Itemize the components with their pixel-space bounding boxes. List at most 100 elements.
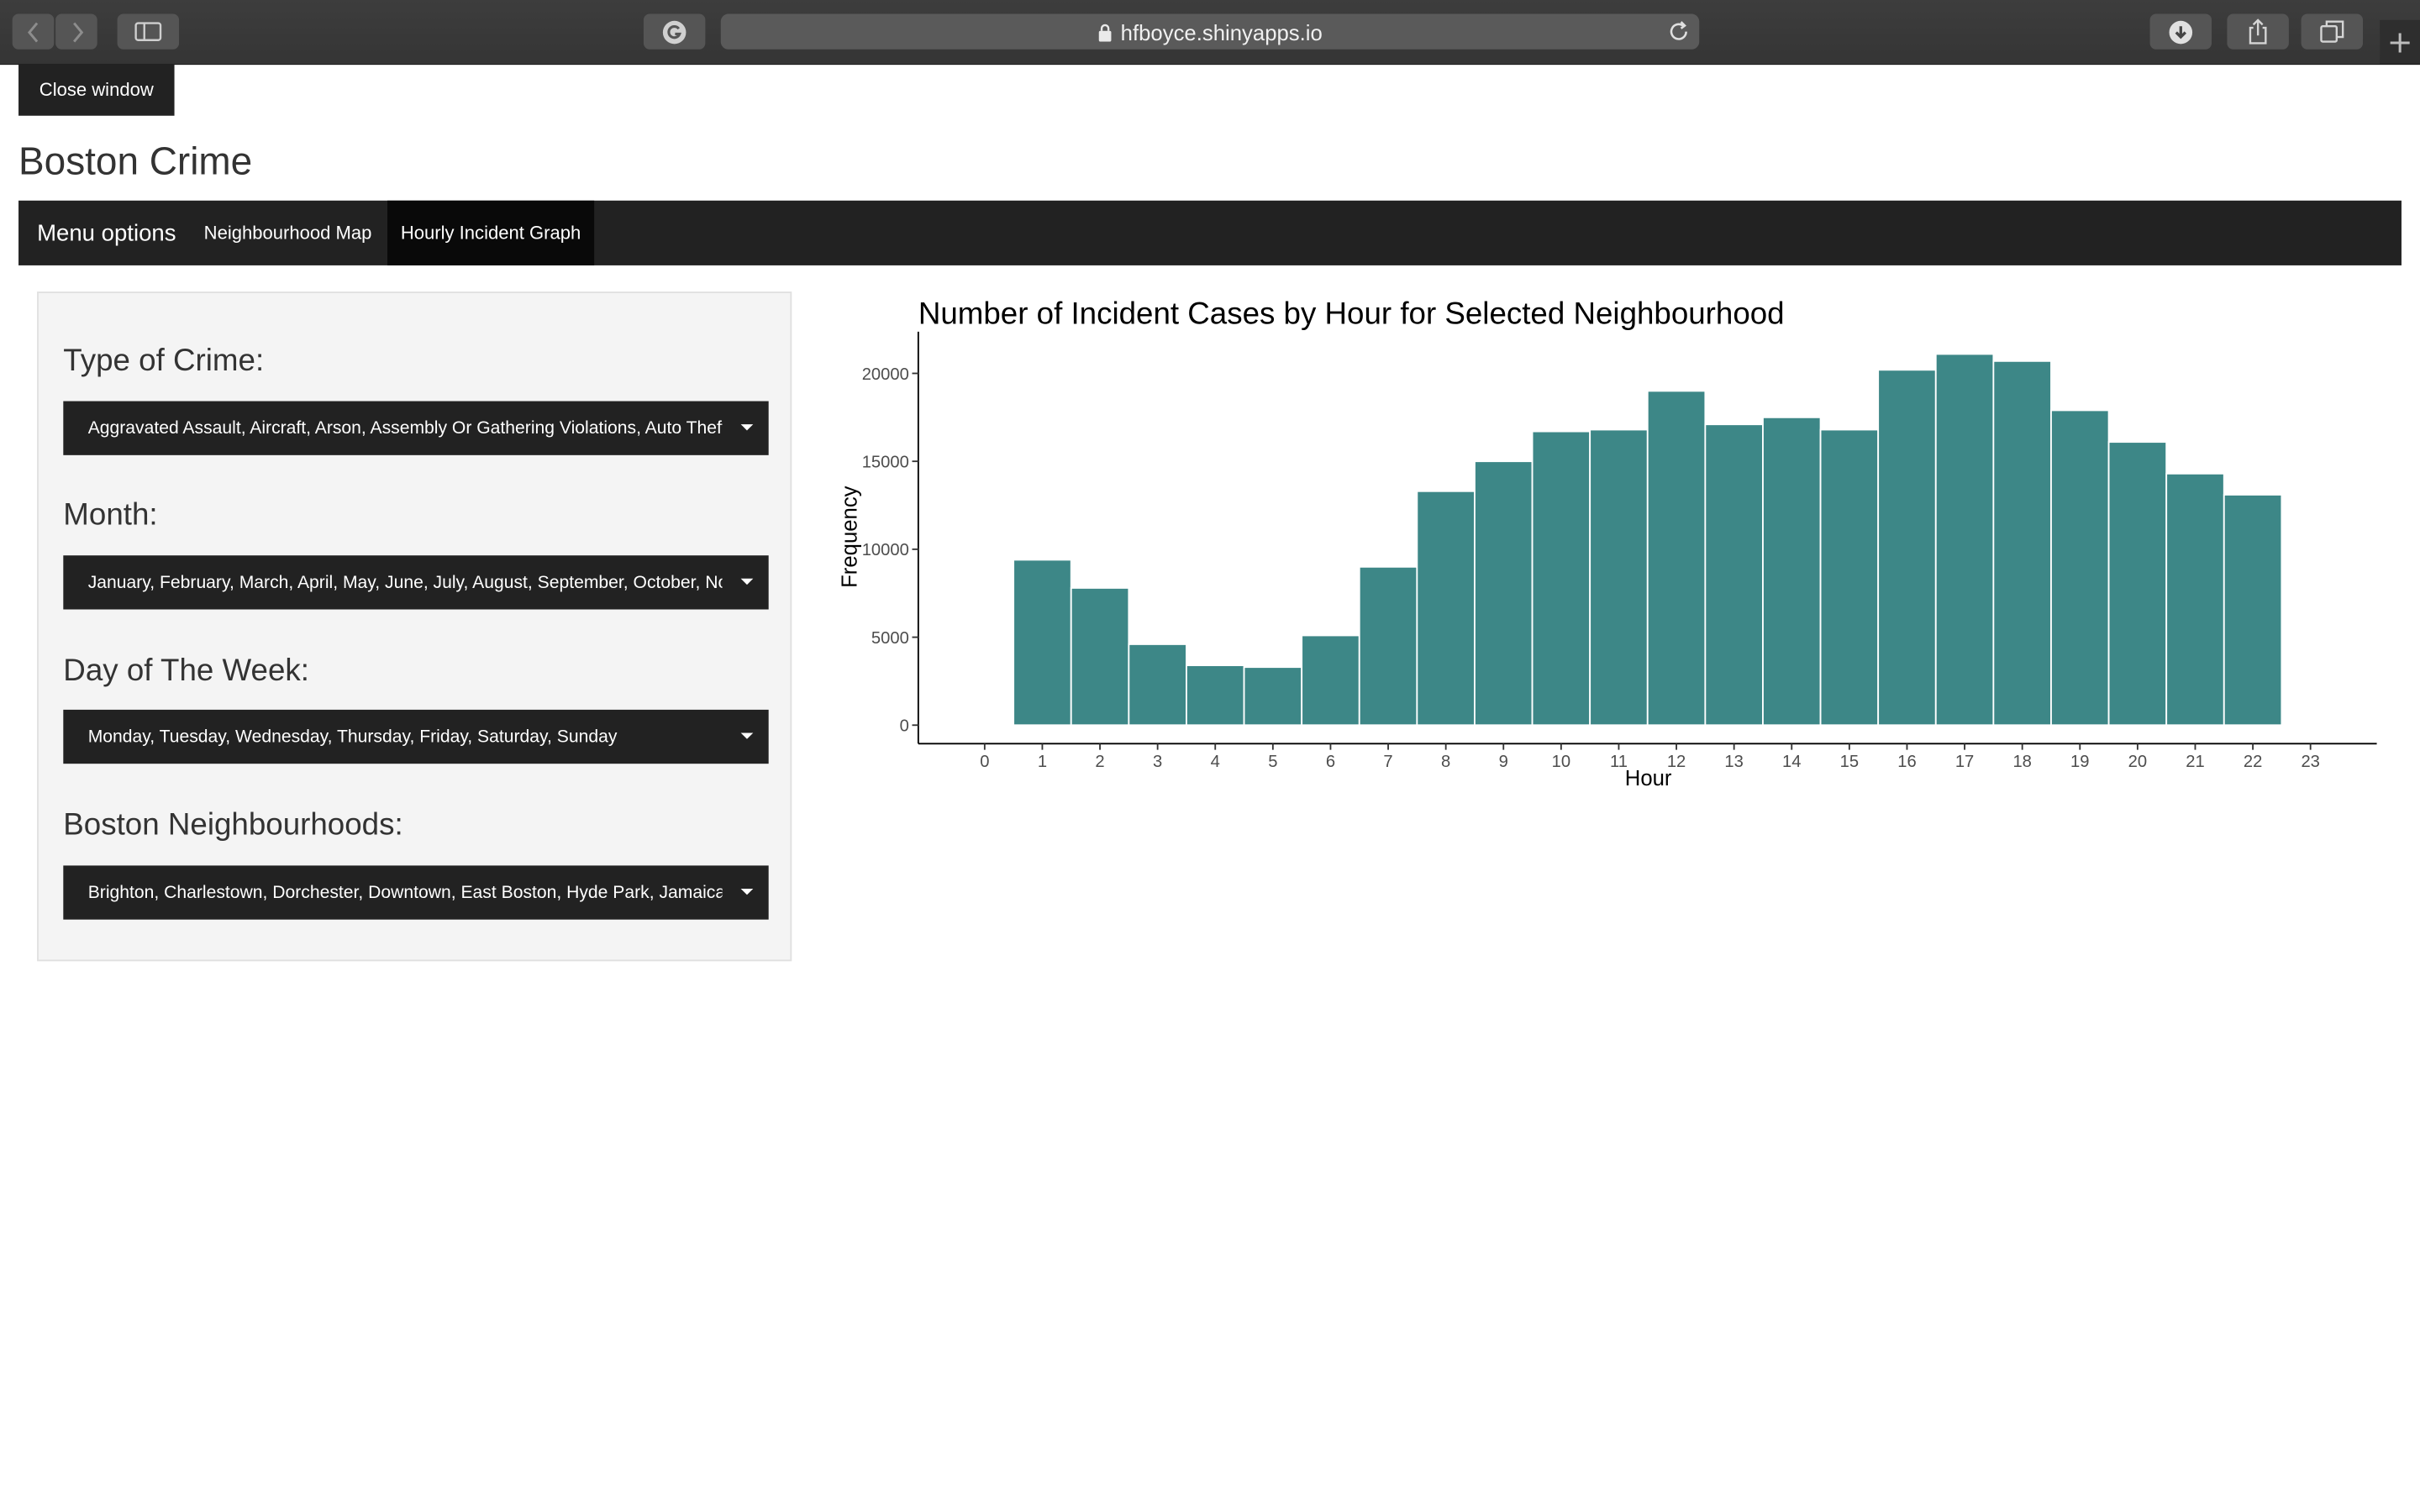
x-tick-label: 9 <box>1499 753 1508 771</box>
bar-hour-6 <box>1301 634 1360 727</box>
bar-hour-15 <box>1819 428 1880 727</box>
browser-toolbar: hfboyce.shinyapps.io + <box>0 0 2420 66</box>
x-tick-label: 3 <box>1153 753 1162 771</box>
x-tick-label: 6 <box>1326 753 1335 771</box>
x-tick-label: 19 <box>2070 753 2089 771</box>
x-tick-label: 2 <box>1095 753 1104 771</box>
plus-icon: + <box>2386 23 2413 60</box>
x-tick-label: 22 <box>2244 753 2262 771</box>
chevron-left-icon <box>27 21 38 42</box>
forward-button[interactable] <box>55 13 97 50</box>
bar-hour-10 <box>1531 430 1591 727</box>
chart-svg: Number of Incident Cases by Hour for Sel… <box>838 297 2377 790</box>
neighbourhood-select[interactable]: Brighton, Charlestown, Dorchester, Downt… <box>63 865 769 920</box>
bar-hour-3 <box>1128 643 1187 727</box>
lock-icon <box>1098 23 1112 41</box>
day-of-week-label: Day of The Week: <box>63 654 309 689</box>
hourly-incident-chart: Number of Incident Cases by Hour for Sel… <box>818 286 2407 810</box>
month-label: Month: <box>63 498 158 533</box>
navbar: Menu options Neighbourhood Map Hourly In… <box>18 200 2402 265</box>
navbar-brand[interactable]: Menu options <box>37 201 176 265</box>
page-title: Boston Crime <box>18 140 253 184</box>
x-tick-label: 7 <box>1383 753 1392 771</box>
grammarly-icon <box>662 19 687 44</box>
y-tick-label: 20000 <box>862 365 909 384</box>
x-tick-label: 18 <box>2012 753 2031 771</box>
sidebar-toggle-button[interactable] <box>117 13 180 50</box>
address-bar[interactable]: hfboyce.shinyapps.io <box>720 13 1700 50</box>
x-tick-label: 13 <box>1724 753 1743 771</box>
bar-hour-5 <box>1243 666 1303 727</box>
bar-hour-19 <box>2050 409 2110 727</box>
y-tick-label: 0 <box>900 717 909 736</box>
bar-hour-21 <box>2165 472 2225 727</box>
y-tick-label: 15000 <box>862 454 909 472</box>
day-of-week-value: Monday, Tuesday, Wednesday, Thursday, Fr… <box>87 727 618 747</box>
bar-hour-17 <box>1934 353 1995 727</box>
bar-hour-20 <box>2107 441 2168 727</box>
close-window-button[interactable]: Close window <box>18 63 175 116</box>
bar-hour-9 <box>1474 460 1534 727</box>
back-button[interactable] <box>12 13 55 50</box>
share-button[interactable] <box>2227 13 2289 50</box>
chevron-right-icon <box>72 21 83 42</box>
y-axis-label: Frequency <box>838 486 861 588</box>
x-tick-label: 8 <box>1441 753 1450 771</box>
day-of-week-select[interactable]: Monday, Tuesday, Wednesday, Thursday, Fr… <box>63 709 769 764</box>
x-tick-label: 14 <box>1782 753 1801 771</box>
x-tick-label: 16 <box>1897 753 1916 771</box>
caret-down-icon <box>740 578 754 585</box>
x-tick-label: 15 <box>1840 753 1859 771</box>
x-tick-label: 12 <box>1667 753 1686 771</box>
tabs-icon <box>2320 20 2344 43</box>
share-icon <box>2249 18 2267 45</box>
x-tick-label: 10 <box>1552 753 1570 771</box>
caret-down-icon <box>740 888 754 895</box>
bar-hour-1 <box>1013 559 1072 727</box>
chart-title: Number of Incident Cases by Hour for Sel… <box>918 297 1785 331</box>
x-axis-label: Hour <box>1625 767 1672 790</box>
x-tick-label: 5 <box>1268 753 1277 771</box>
sidebar-icon <box>134 22 162 41</box>
reload-icon[interactable] <box>1669 20 1691 44</box>
tabs-overview-button[interactable] <box>2301 13 2364 50</box>
tab-neighbourhood-map[interactable]: Neighbourhood Map <box>190 201 386 265</box>
tab-hourly-incident-graph[interactable]: Hourly Incident Graph <box>387 200 595 265</box>
x-tick-label: 21 <box>2186 753 2204 771</box>
bars-group <box>1013 353 2283 727</box>
neighbourhood-value: Brighton, Charlestown, Dorchester, Downt… <box>87 883 723 902</box>
bar-hour-4 <box>1186 664 1245 727</box>
bar-hour-18 <box>1992 360 2052 727</box>
crime-type-value: Aggravated Assault, Aircraft, Arson, Ass… <box>87 418 723 438</box>
x-tick-label: 1 <box>1038 753 1047 771</box>
grammarly-extension-button[interactable] <box>643 13 706 50</box>
month-value: January, February, March, April, May, Ju… <box>87 573 723 592</box>
download-icon <box>2169 19 2193 44</box>
x-tick-label: 17 <box>1955 753 1974 771</box>
y-tick-label: 5000 <box>871 629 909 648</box>
filter-sidebar: Type of Crime: Aggravated Assault, Aircr… <box>37 291 792 962</box>
app-root: hfboyce.shinyapps.io + Close window Bost… <box>0 0 2420 1512</box>
x-tick-label: 0 <box>980 753 989 771</box>
x-tick-label: 20 <box>2128 753 2147 771</box>
crime-type-select[interactable]: Aggravated Assault, Aircraft, Arson, Ass… <box>63 401 769 455</box>
x-tick-label: 11 <box>1610 753 1628 771</box>
bar-hour-2 <box>1070 587 1130 727</box>
bar-hour-14 <box>1762 416 1822 727</box>
neighbourhood-label: Boston Neighbourhoods: <box>63 808 403 843</box>
bar-hour-8 <box>1416 490 1476 727</box>
downloads-button[interactable] <box>2149 13 2212 50</box>
crime-type-label: Type of Crime: <box>63 344 265 378</box>
month-select[interactable]: January, February, March, April, May, Ju… <box>63 555 769 610</box>
new-tab-button[interactable]: + <box>2380 19 2420 64</box>
y-tick-label: 10000 <box>862 541 909 559</box>
caret-down-icon <box>740 424 754 431</box>
bar-hour-12 <box>1646 390 1707 727</box>
bar-hour-22 <box>2223 494 2283 727</box>
x-tick-label: 23 <box>2301 753 2319 771</box>
bar-hour-16 <box>1877 369 1937 727</box>
url-text: hfboyce.shinyapps.io <box>1120 18 1323 45</box>
bar-hour-7 <box>1358 565 1418 727</box>
caret-down-icon <box>740 732 754 739</box>
bar-hour-13 <box>1704 423 1764 727</box>
